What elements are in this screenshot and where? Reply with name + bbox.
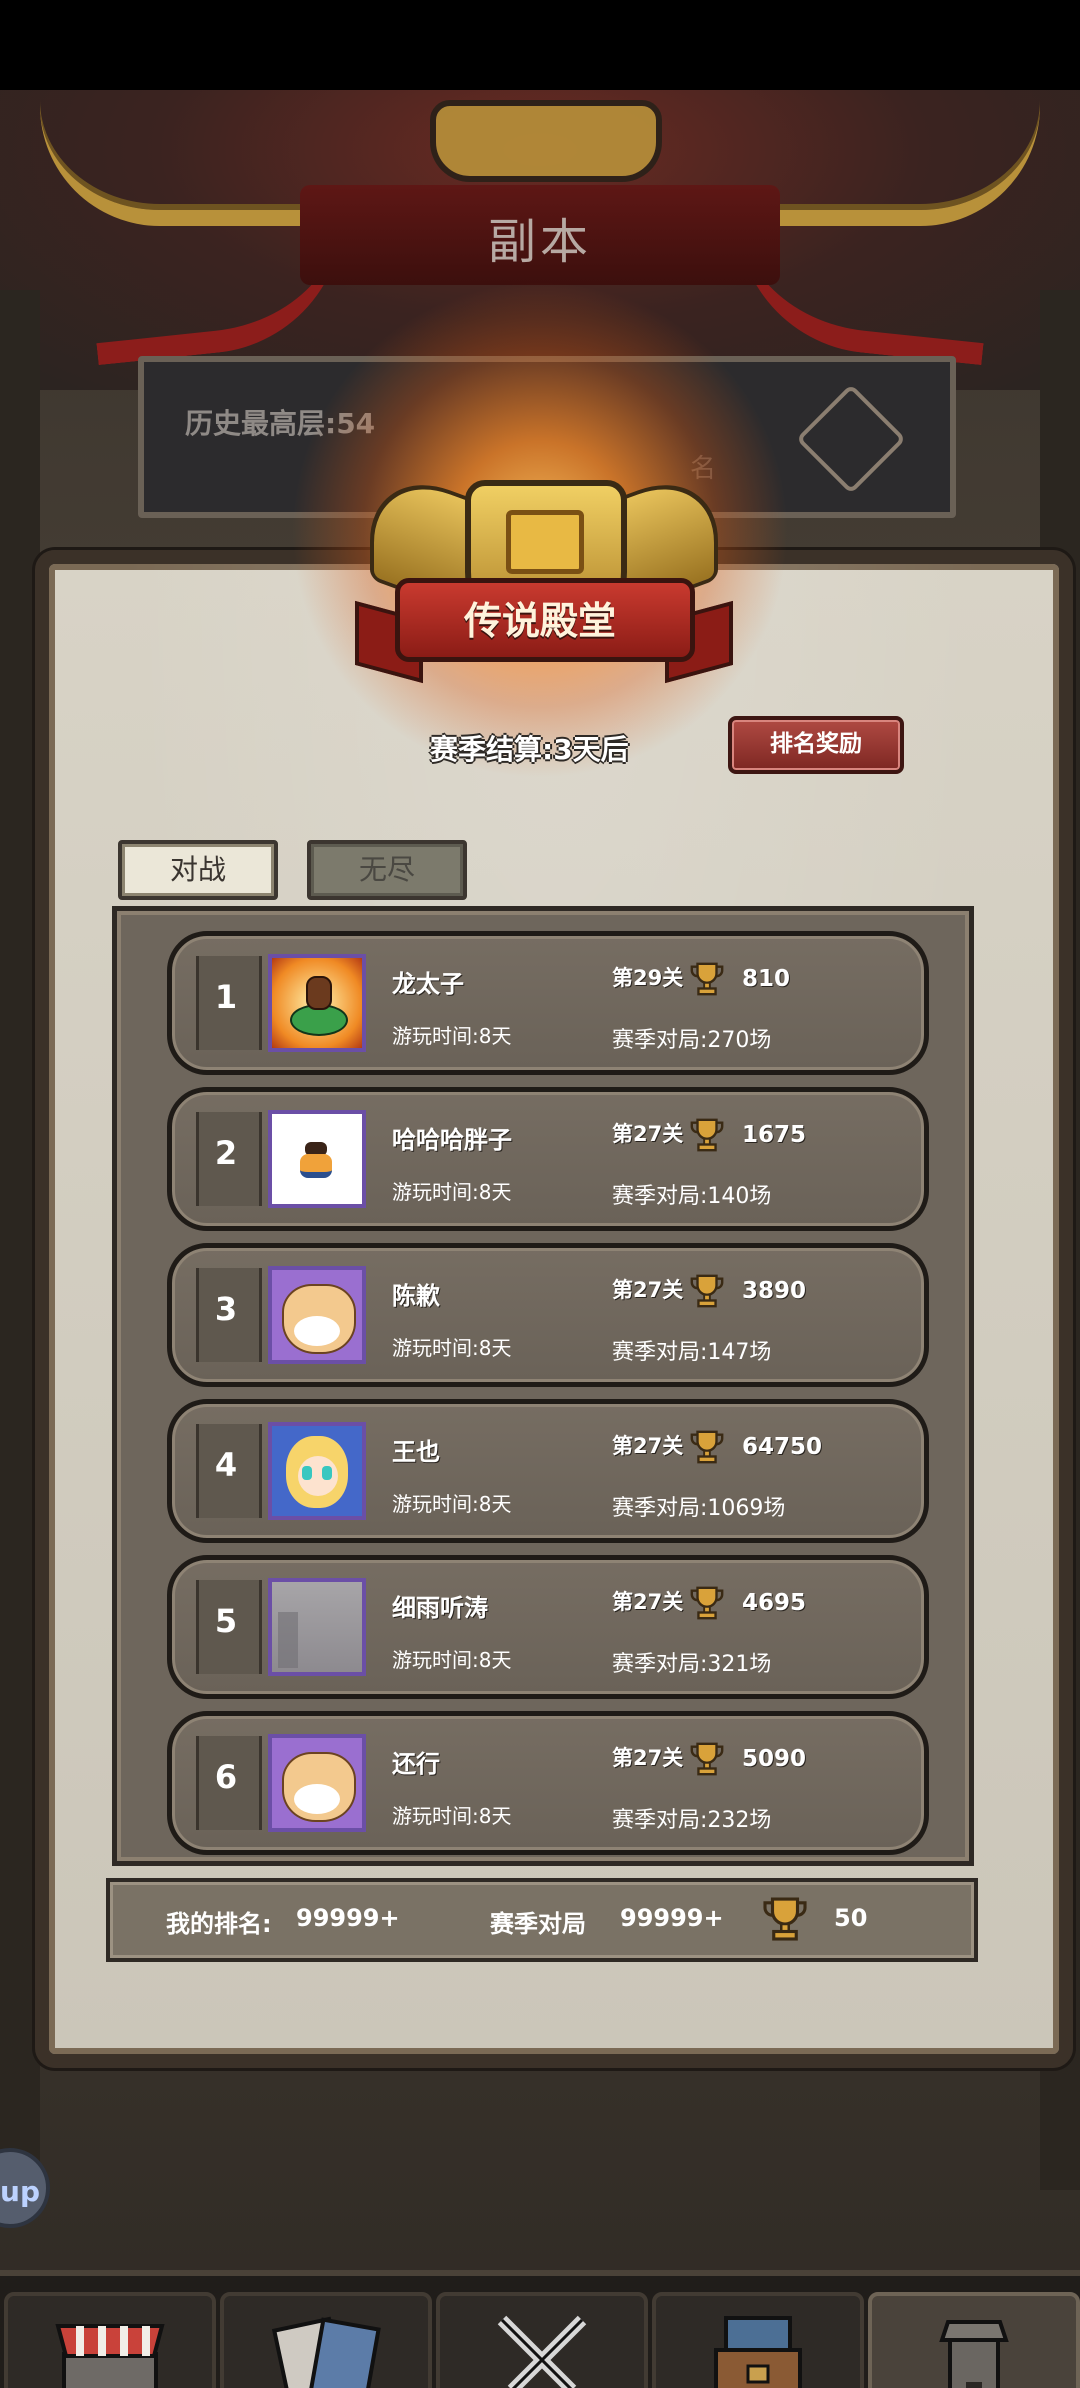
card-deck-icon — [698, 2310, 818, 2388]
trophy-count: 64750 — [742, 1434, 823, 1460]
my-trophy-count: 50 — [834, 1904, 868, 1932]
bottom-nav: 商店抽卡战斗卡组副本 — [0, 2270, 1080, 2388]
page-title: 副本 — [487, 214, 592, 270]
trophy-count: 4695 — [742, 1590, 807, 1616]
my-rank-label: 我的排名: — [166, 1910, 272, 1938]
trophy-count: 1675 — [742, 1122, 807, 1148]
nav-crossed-swords[interactable]: 战斗 — [436, 2292, 648, 2388]
leaderboard-list[interactable]: 1 龙太子 游玩时间:8天 第29关 810 赛季对局:270场 2 哈哈哈胖子 游玩时间:8天… — [112, 906, 974, 1866]
tab-battle[interactable]: 对战 — [118, 840, 278, 900]
play-time: 游玩时间:8天 — [392, 1804, 512, 1828]
season-countdown: 赛季结算:3天后 — [430, 733, 629, 766]
trophy-icon — [690, 1586, 724, 1620]
player-name: 陈歉 — [392, 1282, 440, 1310]
trophy-count: 3890 — [742, 1278, 807, 1304]
nav-tower[interactable]: 副本 — [868, 2292, 1080, 2388]
trophy-icon — [690, 1430, 724, 1464]
stage-level: 第27关 — [612, 1590, 684, 1614]
nav-shop[interactable]: 商店 — [4, 2292, 216, 2388]
shop-icon — [50, 2310, 170, 2388]
leaderboard-row[interactable]: 4 王也游玩时间:8天 第27关 64750 赛季对局:1069场 — [167, 1399, 929, 1543]
rank-number: 5 — [214, 1602, 238, 1640]
my-games-label: 赛季对局 — [490, 1910, 586, 1938]
trophy-icon — [690, 1274, 724, 1308]
hall-title: 传说殿堂 — [463, 599, 616, 643]
trophy-icon — [763, 1897, 807, 1941]
play-time: 游玩时间:8天 — [392, 1492, 512, 1516]
rank-reward-button[interactable]: 排名奖励 — [728, 716, 904, 774]
season-games: 赛季对局:1069场 — [612, 1496, 786, 1521]
shiba-dog-icon[interactable] — [268, 1734, 366, 1832]
play-time: 游玩时间:8天 — [392, 1180, 512, 1204]
season-games: 赛季对局:147场 — [612, 1340, 772, 1365]
leaderboard-row[interactable]: 1 龙太子游玩时间:8天 第29关 810 赛季对局:270场 — [167, 931, 929, 1075]
leaderboard-row[interactable]: 3 陈歉游玩时间:8天 第27关 3890 赛季对局:147场 — [167, 1243, 929, 1387]
stage-level: 第27关 — [612, 1434, 684, 1458]
card-draw-icon — [266, 2310, 386, 2388]
game-scene: 副本 历史最高层:54 名 传说殿堂 赛季结算:3天后 排名奖励 对战 无尽 1… — [0, 90, 1080, 2388]
fat-person-icon[interactable] — [268, 1110, 366, 1208]
tower-icon — [914, 2310, 1034, 2388]
my-games-value: 99999+ — [620, 1904, 724, 1932]
stage-level: 第27关 — [612, 1122, 684, 1146]
misty-landscape-icon[interactable] — [268, 1578, 366, 1676]
tab-endless[interactable]: 无尽 — [307, 840, 467, 900]
trophy-count: 5090 — [742, 1746, 807, 1772]
player-name: 龙太子 — [392, 970, 464, 998]
player-name: 还行 — [392, 1750, 440, 1778]
stage-level: 第27关 — [612, 1278, 684, 1302]
trophy-icon — [690, 1742, 724, 1776]
trophy-icon — [690, 962, 724, 996]
play-time: 游玩时间:8天 — [392, 1336, 512, 1360]
side-bubble-button[interactable]: up — [0, 2148, 50, 2228]
my-rank-value: 99999+ — [296, 1904, 400, 1932]
season-games: 赛季对局:270场 — [612, 1028, 772, 1053]
nav-card-deck[interactable]: 卡组 — [652, 2292, 864, 2388]
play-time: 游玩时间:8天 — [392, 1648, 512, 1672]
season-games: 赛季对局:140场 — [612, 1184, 772, 1209]
my-rank-bar: 我的排名: 99999+ 赛季对局 99999+ 50 — [106, 1878, 978, 1962]
leaderboard-row[interactable]: 2 哈哈哈胖子游玩时间:8天 第27关 1675 赛季对局:140场 — [167, 1087, 929, 1231]
rank-number: 6 — [214, 1758, 238, 1796]
shiba-dog-icon[interactable] — [268, 1266, 366, 1364]
crossed-swords-icon — [482, 2310, 602, 2388]
play-time: 游玩时间:8天 — [392, 1024, 512, 1048]
dragon-rider-icon[interactable] — [268, 954, 366, 1052]
trophy-icon — [690, 1118, 724, 1152]
season-games: 赛季对局:232场 — [612, 1808, 772, 1833]
leaderboard-row[interactable]: 5 细雨听涛游玩时间:8天 第27关 4695 赛季对局:321场 — [167, 1555, 929, 1699]
crown-icon — [506, 510, 584, 574]
player-name: 王也 — [392, 1438, 440, 1466]
season-games: 赛季对局:321场 — [612, 1652, 772, 1677]
crown-ornament — [430, 100, 662, 182]
trophy-count: 810 — [742, 966, 791, 992]
rank-number: 4 — [214, 1446, 238, 1484]
player-name: 哈哈哈胖子 — [392, 1126, 512, 1154]
anime-girl-icon[interactable] — [268, 1422, 366, 1520]
rank-number: 1 — [214, 978, 238, 1016]
rank-number: 3 — [214, 1290, 238, 1328]
stage-level: 第29关 — [612, 966, 684, 990]
rank-number: 2 — [214, 1134, 238, 1172]
stage-level: 第27关 — [612, 1746, 684, 1770]
leaderboard-row[interactable]: 6 还行游玩时间:8天 第27关 5090 赛季对局:232场 — [167, 1711, 929, 1855]
nav-card-draw[interactable]: 抽卡 — [220, 2292, 432, 2388]
pillar-left — [0, 290, 40, 2190]
player-name: 细雨听涛 — [392, 1594, 488, 1622]
